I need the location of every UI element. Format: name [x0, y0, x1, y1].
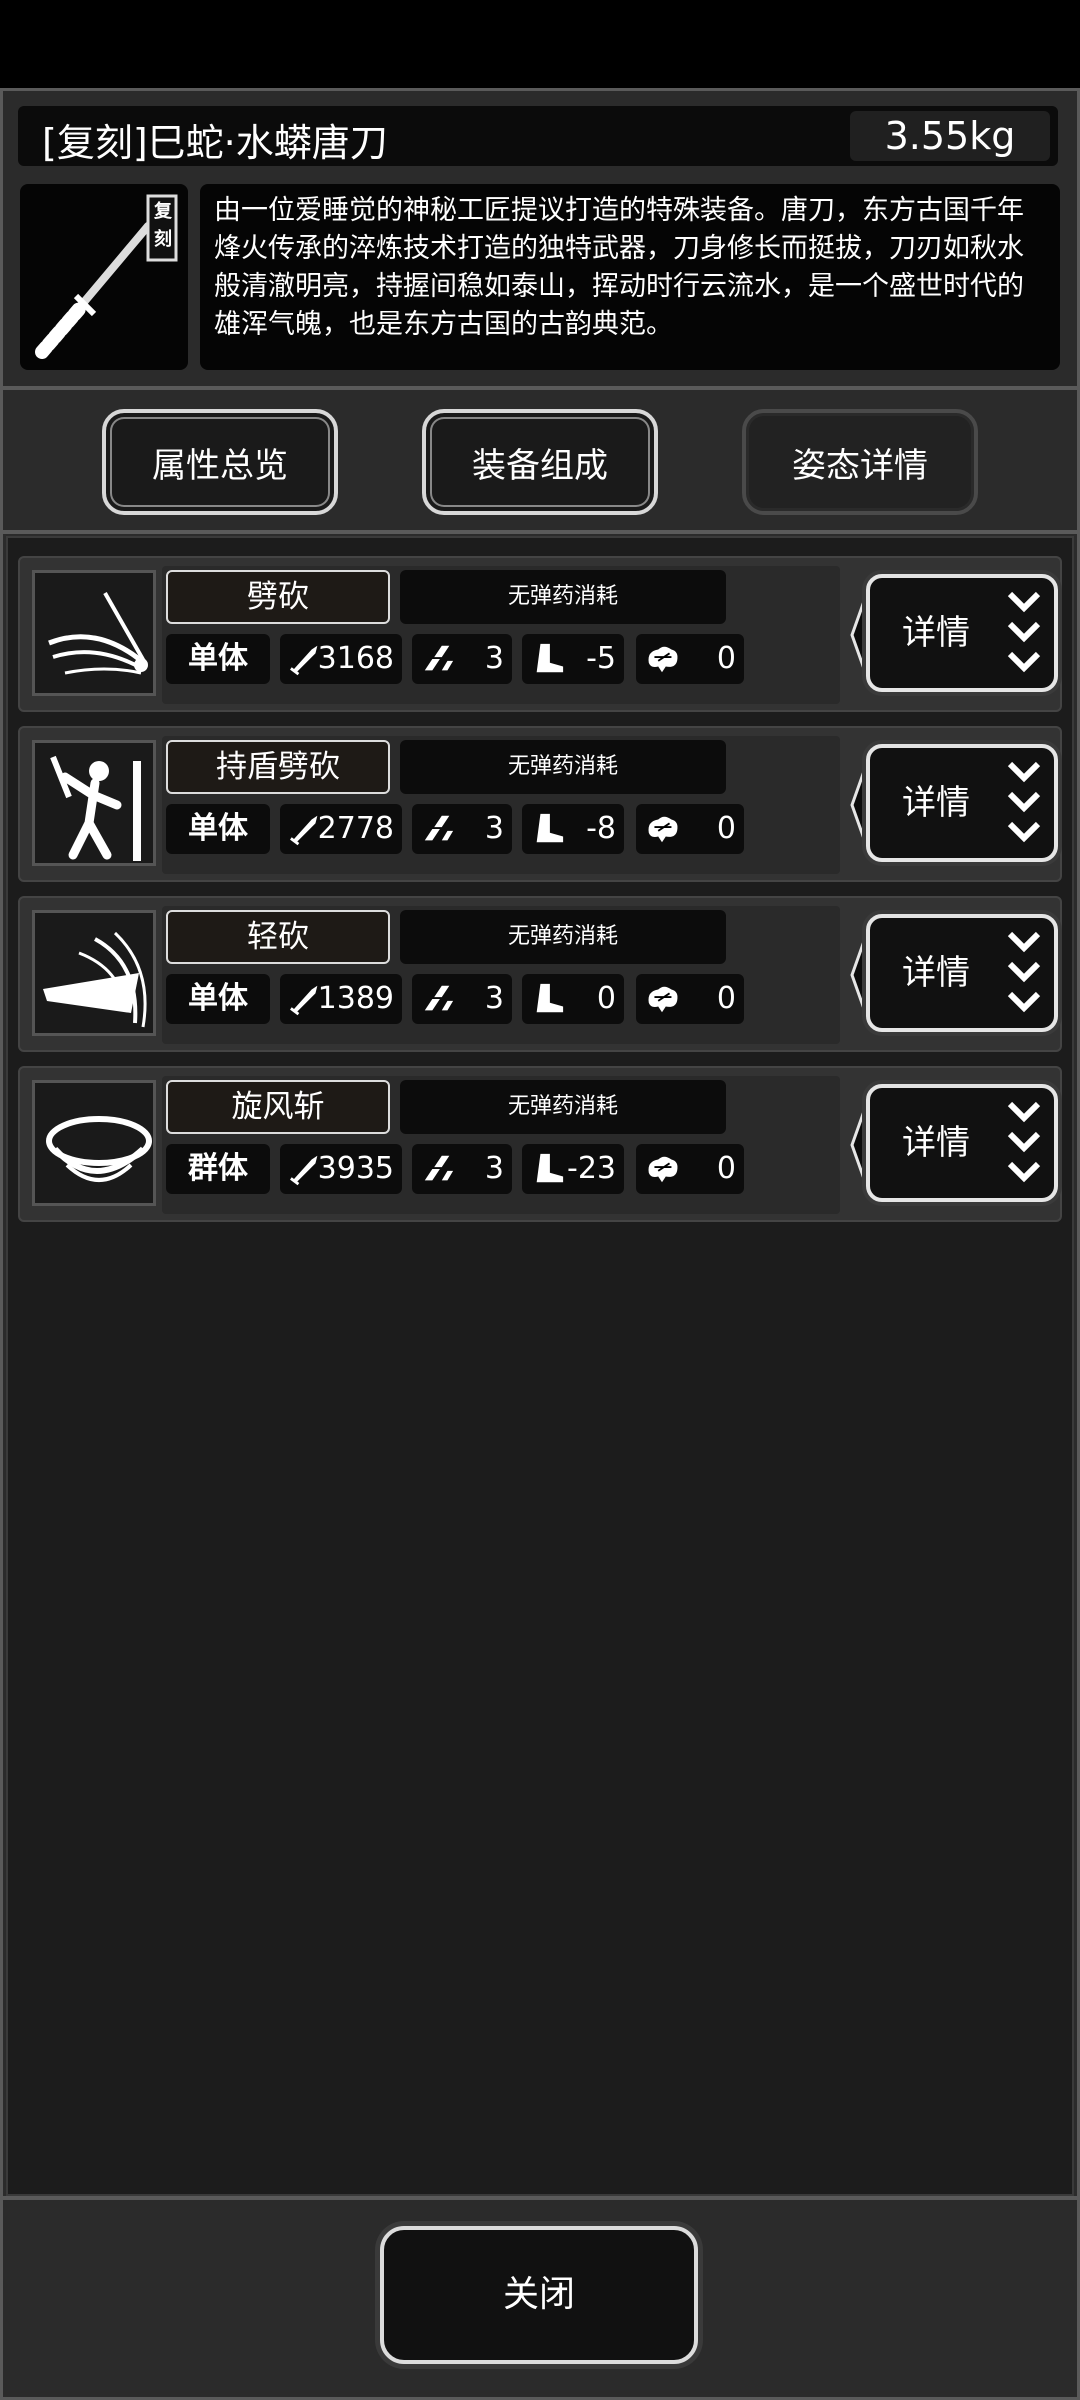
- speed-icon: [424, 985, 454, 1011]
- skill-detail-button[interactable]: 详情: [866, 744, 1058, 862]
- move-value: -23: [567, 1151, 616, 1186]
- speed-stat: 3: [412, 804, 512, 854]
- move-value: 0: [596, 981, 616, 1016]
- skill-row: 劈砍 无弹药消耗 单体 3168 3 -5 0 DP 208: [18, 556, 1062, 712]
- speed-icon: [424, 815, 454, 841]
- brain-icon: [648, 816, 678, 843]
- chevron-down-icon: [1007, 1101, 1041, 1183]
- skill-detail-button[interactable]: 详情: [866, 574, 1058, 692]
- attack-stat: 3168: [280, 634, 402, 684]
- skill-row: 旋风斩 无弹药消耗 群体 3935 3 -23 0 DP 198: [18, 1066, 1062, 1222]
- speed-value: 3: [484, 981, 504, 1016]
- target-type: 单体: [166, 634, 270, 684]
- item-weight: 3.55kg: [850, 111, 1050, 161]
- brain-icon: [648, 986, 678, 1013]
- brain-icon: [648, 1156, 678, 1183]
- attack-value: 1389: [317, 981, 394, 1016]
- shield-slash-icon: [32, 740, 156, 866]
- mind-value: 0: [716, 641, 736, 676]
- attack-value: 3168: [317, 641, 394, 676]
- speed-stat: 3: [412, 634, 512, 684]
- target-type: 单体: [166, 804, 270, 854]
- brain-icon: [648, 646, 678, 673]
- speed-value: 3: [484, 1151, 504, 1186]
- attack-value: 3935: [317, 1151, 394, 1186]
- move-stat: 0: [522, 974, 624, 1024]
- skill-name: 轻砍: [166, 910, 390, 964]
- tab-equipment-composition[interactable]: 装备组成: [422, 409, 658, 515]
- slash-icon: [32, 570, 156, 696]
- skill-name: 持盾劈砍: [166, 740, 390, 794]
- detail-label: 详情: [902, 613, 970, 653]
- speed-stat: 3: [412, 1144, 512, 1194]
- skill-info: 劈砍 无弹药消耗 单体 3168 3 -5 0: [162, 566, 840, 704]
- target-type: 单体: [166, 974, 270, 1024]
- speed-value: 3: [484, 641, 504, 676]
- skill-detail-button[interactable]: 详情: [866, 1084, 1058, 1202]
- ammo-consumption: 无弹药消耗: [400, 1080, 726, 1134]
- move-stat: -8: [522, 804, 624, 854]
- skill-info: 轻砍 无弹药消耗 单体 1389 3 0 0: [162, 906, 840, 1044]
- divider: [0, 530, 1080, 534]
- skill-info: 旋风斩 无弹药消耗 群体 3935 3 -23 0: [162, 1076, 840, 1214]
- speed-stat: 3: [412, 974, 512, 1024]
- mind-stat: 0: [636, 974, 744, 1024]
- attack-stat: 2778: [280, 804, 402, 854]
- detail-label: 详情: [902, 1123, 970, 1163]
- speed-value: 3: [484, 811, 504, 846]
- item-title-bar: [复刻]巳蛇·水蟒唐刀 3.55kg: [18, 106, 1058, 166]
- ammo-consumption: 无弹药消耗: [400, 740, 726, 794]
- reprint-badge: 复刻: [154, 201, 172, 250]
- move-value: -5: [586, 641, 616, 676]
- item-title: [复刻]巳蛇·水蟒唐刀: [42, 121, 388, 165]
- mind-value: 0: [716, 981, 736, 1016]
- chevron-down-icon: [1007, 591, 1041, 673]
- divider: [0, 2196, 1080, 2200]
- move-stat: -23: [522, 1144, 624, 1194]
- attack-value: 2778: [317, 811, 394, 846]
- boot-icon: [536, 1153, 564, 1183]
- speed-icon: [424, 1155, 454, 1181]
- mind-stat: 0: [636, 634, 744, 684]
- skill-row: 轻砍 无弹药消耗 单体 1389 3 0 0 DP 164: [18, 896, 1062, 1052]
- target-type: 群体: [166, 1144, 270, 1194]
- ammo-consumption: 无弹药消耗: [400, 910, 726, 964]
- weapon-image: 复刻: [20, 184, 188, 370]
- chevron-down-icon: [1007, 761, 1041, 843]
- boot-icon: [536, 983, 564, 1013]
- speed-icon: [424, 645, 454, 671]
- attack-stat: 1389: [280, 974, 402, 1024]
- light-slash-icon: [32, 910, 156, 1036]
- skill-name: 劈砍: [166, 570, 390, 624]
- mind-value: 0: [716, 811, 736, 846]
- mind-stat: 0: [636, 1144, 744, 1194]
- skill-info: 持盾劈砍 无弹药消耗 单体 2778 3 -8 0: [162, 736, 840, 874]
- ammo-consumption: 无弹药消耗: [400, 570, 726, 624]
- tab-stance-details[interactable]: 姿态详情: [742, 409, 978, 515]
- attack-stat: 3935: [280, 1144, 402, 1194]
- close-button[interactable]: 关闭: [380, 2226, 698, 2364]
- boot-icon: [536, 643, 564, 673]
- detail-label: 详情: [902, 953, 970, 993]
- mind-stat: 0: [636, 804, 744, 854]
- skill-name: 旋风斩: [166, 1080, 390, 1134]
- detail-label: 详情: [902, 783, 970, 823]
- mind-value: 0: [716, 1151, 736, 1186]
- divider: [0, 386, 1080, 390]
- boot-icon: [536, 813, 564, 843]
- skill-row: 持盾劈砍 无弹药消耗 单体 2778 3 -8 0 DP 297: [18, 726, 1062, 882]
- item-description: 由一位爱睡觉的神秘工匠提议打造的特殊装备。唐刀，东方古国千年烽火传承的淬炼技术打…: [200, 184, 1060, 370]
- whirlwind-icon: [32, 1080, 156, 1206]
- move-value: -8: [586, 811, 616, 846]
- move-stat: -5: [522, 634, 624, 684]
- chevron-down-icon: [1007, 931, 1041, 1013]
- tab-attribute-overview[interactable]: 属性总览: [102, 409, 338, 515]
- skill-detail-button[interactable]: 详情: [866, 914, 1058, 1032]
